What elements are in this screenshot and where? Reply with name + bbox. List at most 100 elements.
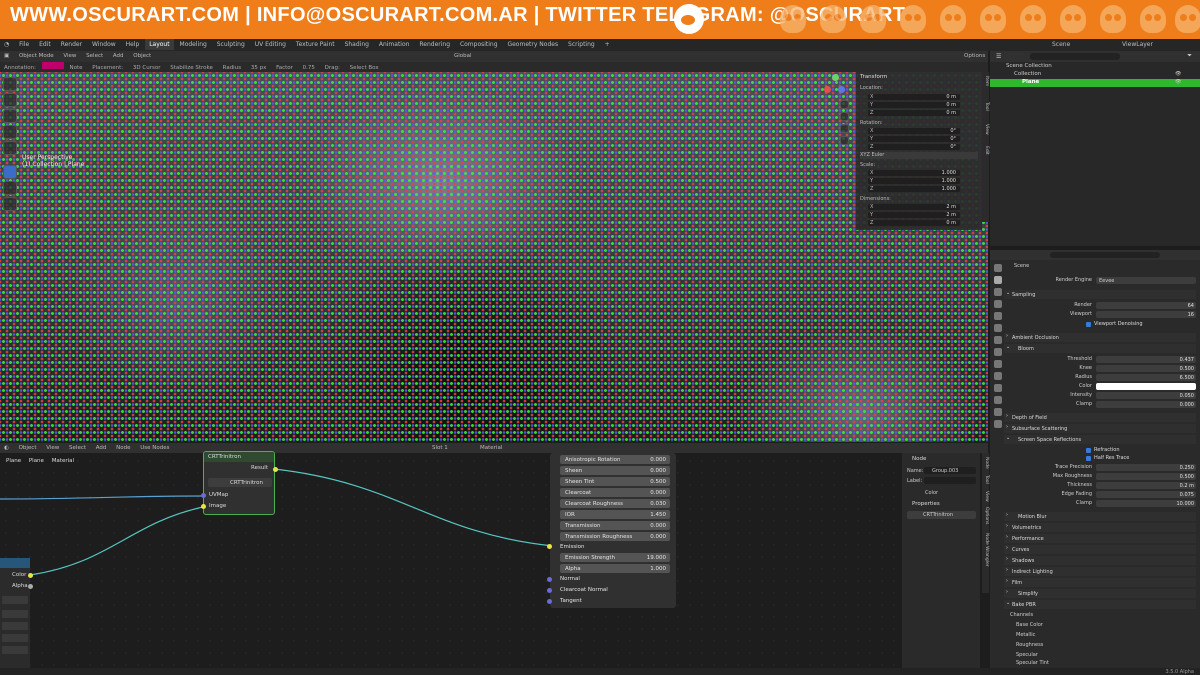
result-output-socket[interactable] [273,467,278,472]
menu-help[interactable]: Help [122,39,144,50]
image-texture-node[interactable]: Color Alpha [0,558,33,668]
node-properties-header[interactable]: Properties [912,501,940,507]
alpha-output-socket[interactable] [28,584,33,589]
data-tab-icon[interactable] [994,396,1002,404]
sheen-field[interactable]: Sheen 0.000 [560,466,670,475]
tab-tool[interactable]: Tool [982,102,989,111]
view-layer-tab-icon[interactable] [994,300,1002,308]
material-tab-icon[interactable] [994,408,1002,416]
ior-field[interactable]: IOR 1.450 [560,510,670,519]
rotate-tool-icon[interactable] [3,125,17,139]
tab-options[interactable]: Options [982,507,989,524]
z-axis-icon[interactable] [838,86,845,93]
node-menu-view[interactable]: View [42,443,63,452]
zoom-icon[interactable] [840,100,849,109]
simplify-section[interactable]: Simplify [1004,589,1196,598]
crttrinitron-group-node[interactable]: CRTTrinitron Result CRTTrinitron UVMap I… [201,451,278,515]
editor-type-icon[interactable]: ▣ [0,51,13,61]
transmission-field[interactable]: Transmission 0.000 [560,521,670,530]
physics-tab-icon[interactable] [994,372,1002,380]
tab-node-wrangler[interactable]: Node Wrangler [982,533,989,567]
alpha-field[interactable]: Alpha 1.000 [560,564,670,573]
camera-icon[interactable] [840,124,849,133]
material-slot-selector[interactable]: Slot 1 [428,443,452,452]
tab-item[interactable]: Item [982,76,989,86]
add-cube-tool-icon[interactable] [3,197,17,211]
anisotropic-rotation-field[interactable]: Anisotropic Rotation 0.000 [560,455,670,464]
scene-selector[interactable]: Scene [1048,39,1074,50]
curves-section[interactable]: Curves [1004,545,1196,554]
render-tab-icon[interactable] [994,276,1002,284]
menu-window[interactable]: Window [88,39,120,50]
viewport-menu-view[interactable]: View [59,51,80,61]
pan-hand-icon[interactable] [840,112,849,121]
viewport-menu-select[interactable]: Select [82,51,107,61]
clearcoat-roughness-field[interactable]: Clearcoat Roughness 0.030 [560,499,670,508]
depth-of-field-section[interactable]: Depth of Field [1004,413,1196,422]
transform-orientation[interactable]: Global [450,51,476,61]
tab-view[interactable]: View [982,491,989,502]
select-tool-icon[interactable] [3,77,17,91]
scene-tab-icon[interactable] [994,312,1002,320]
tab-edit[interactable]: Edit [982,146,989,155]
node-panel-title[interactable]: Node [912,456,926,462]
filter-icon[interactable]: ⏷ [1187,52,1192,60]
scale-tool-icon[interactable] [3,141,17,155]
blender-logo-icon[interactable]: ◔ [0,39,13,50]
viewport-menu-object[interactable]: Object [129,51,155,61]
move-tool-icon[interactable] [3,109,17,123]
principled-bsdf-node[interactable]: Anisotropic Rotation 0.000 Sheen 0.000 She… [547,453,676,608]
visibility-eye-icon[interactable]: 👁 [1175,71,1181,77]
transmission-roughness-field[interactable]: Transmission Roughness 0.000 [560,532,670,541]
subsurface-section[interactable]: Subsurface Scattering [1004,424,1196,433]
ambient-occlusion-section[interactable]: Ambient Occlusion [1004,333,1196,342]
viewport-denoising-checkbox[interactable]: Viewport Denoising [1086,321,1143,329]
tab-modeling[interactable]: Modeling [176,39,211,50]
channel-roughness[interactable]: Roughness [1004,642,1196,650]
menu-file[interactable]: File [15,39,33,50]
outliner-search-input[interactable] [1030,53,1120,60]
film-section[interactable]: Film [1004,578,1196,587]
annotate-tool-icon[interactable] [3,165,17,179]
motion-blur-section[interactable]: Motion Blur [1004,512,1196,521]
rotation-mode-select[interactable]: XYZ Euler [860,152,978,159]
rotation-x-field[interactable] [868,128,960,134]
x-axis-icon[interactable] [824,86,831,93]
node-label-input[interactable] [924,477,976,484]
use-nodes-checkbox[interactable]: Use Nodes [136,443,173,452]
node-menu-add[interactable]: Add [92,443,111,452]
texture-tab-icon[interactable] [994,420,1002,428]
tab-sculpting[interactable]: Sculpting [213,39,249,50]
viewport-options-button[interactable]: Options [960,51,989,61]
tab-rendering[interactable]: Rendering [415,39,454,50]
y-axis-icon[interactable] [832,74,839,81]
extension-select[interactable] [2,634,28,642]
output-tab-icon[interactable] [994,288,1002,296]
node-editor-type-icon[interactable]: ◐ [0,443,13,452]
ssr-clamp-field[interactable]: 10.000 [1096,500,1196,507]
channel-metallic[interactable]: Metallic [1004,632,1196,640]
clearcoat-normal-input-socket[interactable] [547,588,552,593]
properties-search-input[interactable] [1050,252,1160,258]
3d-viewport[interactable]: User Perspective (1) Collection | Plane [0,72,988,442]
tab-tool[interactable]: Tool [982,475,989,484]
group-node-title[interactable]: CRTTrinitron [204,452,274,462]
ssr-section[interactable]: Screen Space Reflections [1004,435,1196,444]
outliner-row-collection[interactable]: Collection [990,71,1200,79]
channel-specular-tint[interactable]: Specular Tint [1004,660,1196,668]
object-tab-icon[interactable] [994,336,1002,344]
cursor-tool-icon[interactable] [3,93,17,107]
image-datablock-row[interactable] [2,596,28,604]
viewport-samples-field[interactable]: 16 [1096,311,1196,318]
max-roughness-field[interactable]: 0.500 [1096,473,1196,480]
normal-input-socket[interactable] [547,577,552,582]
measure-tool-icon[interactable] [3,181,17,195]
emission-input-socket[interactable] [547,544,552,549]
shadows-section[interactable]: Shadows [1004,556,1196,565]
tab-view[interactable]: View [982,124,989,135]
material-selector[interactable]: Material [476,443,506,452]
bake-pbr-section[interactable]: Bake PBR [1004,600,1196,609]
trace-precision-field[interactable]: 0.250 [1096,464,1196,471]
rotation-y-field[interactable] [868,136,960,142]
clearcoat-field[interactable]: Clearcoat 0.000 [560,488,670,497]
